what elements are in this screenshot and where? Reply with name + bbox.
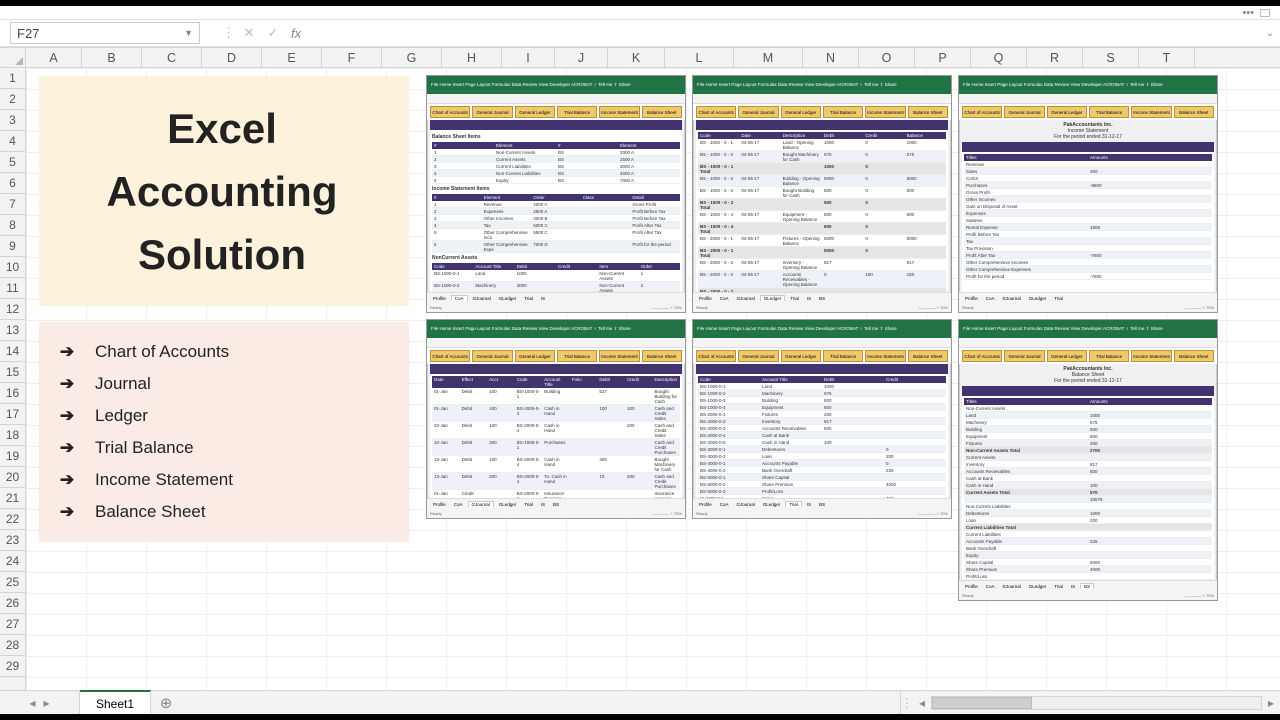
- ribbon-more-icon[interactable]: •••: [1242, 7, 1254, 19]
- fx-icon[interactable]: fx: [285, 26, 305, 41]
- col-header-D[interactable]: D: [202, 48, 262, 67]
- thumb-ledger: File Home Insert Page Layout Formulas Da…: [692, 75, 952, 313]
- row-header-25[interactable]: 25: [0, 572, 25, 593]
- arrow-icon: ➔: [57, 368, 77, 400]
- col-header-B[interactable]: B: [82, 48, 142, 67]
- row-header-27[interactable]: 27: [0, 614, 25, 635]
- thumb-income: File Home Insert Page Layout Formulas Da…: [958, 75, 1218, 313]
- column-headers[interactable]: ABCDEFGHIJKLMNOPQRST: [0, 48, 1280, 68]
- col-header-R[interactable]: R: [1027, 48, 1083, 67]
- col-header-C[interactable]: C: [142, 48, 202, 67]
- row-header-23[interactable]: 23: [0, 530, 25, 551]
- thumb-balance: File Home Insert Page Layout Formulas Da…: [958, 319, 1218, 601]
- horizontal-scrollbar[interactable]: ⋮ ◂ ▸: [900, 691, 1280, 714]
- col-header-K[interactable]: K: [608, 48, 665, 67]
- row-header-2[interactable]: 2: [0, 89, 25, 110]
- col-header-L[interactable]: L: [665, 48, 734, 67]
- row-header-9[interactable]: 9: [0, 236, 25, 257]
- row-header-3[interactable]: 3: [0, 110, 25, 131]
- col-header-T[interactable]: T: [1139, 48, 1195, 67]
- row-header-6[interactable]: 6: [0, 173, 25, 194]
- row-header-21[interactable]: 21: [0, 488, 25, 509]
- col-header-M[interactable]: M: [734, 48, 803, 67]
- col-header-Q[interactable]: Q: [971, 48, 1027, 67]
- name-box[interactable]: F27▼: [10, 22, 200, 44]
- row-header-20[interactable]: 20: [0, 467, 25, 488]
- col-header-G[interactable]: G: [382, 48, 442, 67]
- arrow-icon: ➔: [57, 496, 77, 528]
- row-header-13[interactable]: 13: [0, 320, 25, 341]
- row-header-16[interactable]: 16: [0, 383, 25, 404]
- enter-formula-icon[interactable]: ✓: [261, 25, 285, 41]
- col-header-I[interactable]: I: [502, 48, 555, 67]
- row-header-17[interactable]: 17: [0, 404, 25, 425]
- col-header-O[interactable]: O: [859, 48, 915, 67]
- row-header-14[interactable]: 14: [0, 341, 25, 362]
- arrow-icon: ➔: [57, 336, 77, 368]
- thumb-coa: File Home Insert Page Layout Formulas Da…: [426, 75, 686, 313]
- ribbon-collapse-icon[interactable]: [1260, 9, 1270, 17]
- col-header-S[interactable]: S: [1083, 48, 1139, 67]
- col-header-P[interactable]: P: [915, 48, 971, 67]
- formula-input[interactable]: [305, 22, 1260, 44]
- row-header-11[interactable]: 11: [0, 278, 25, 299]
- col-header-H[interactable]: H: [442, 48, 502, 67]
- window-title-bar: •••: [0, 6, 1280, 19]
- formula-bar-grip: ⋮: [218, 25, 237, 41]
- worksheet-canvas[interactable]: Excel Accounting Solution ➔Chart of Acco…: [26, 68, 1280, 690]
- row-header-10[interactable]: 10: [0, 257, 25, 278]
- col-header-F[interactable]: F: [322, 48, 382, 67]
- row-header-4[interactable]: 4: [0, 131, 25, 152]
- col-header-J[interactable]: J: [555, 48, 608, 67]
- thumb-journal: File Home Insert Page Layout Formulas Da…: [426, 319, 686, 519]
- row-header-12[interactable]: 12: [0, 299, 25, 320]
- arrow-icon: ➔: [57, 464, 77, 496]
- feature-list: ➔Chart of Accounts➔Journal➔Ledger➔Trial …: [39, 322, 409, 542]
- row-header-1[interactable]: 1: [0, 68, 25, 89]
- row-headers[interactable]: 1234567891011121314151617181920212223242…: [0, 68, 26, 690]
- sheet-tab-bar: ◂▸ Sheet1 ⊕ ⋮ ◂ ▸: [0, 690, 1280, 714]
- cancel-formula-icon[interactable]: ✕: [237, 25, 261, 41]
- row-header-26[interactable]: 26: [0, 593, 25, 614]
- row-header-22[interactable]: 22: [0, 509, 25, 530]
- select-all-button[interactable]: [0, 48, 26, 67]
- row-header-7[interactable]: 7: [0, 194, 25, 215]
- row-header-8[interactable]: 8: [0, 215, 25, 236]
- sheet-tab-active[interactable]: Sheet1: [80, 690, 151, 714]
- row-header-5[interactable]: 5: [0, 152, 25, 173]
- col-header-N[interactable]: N: [803, 48, 859, 67]
- formula-bar: F27▼ ⋮ ✕ ✓ fx ⌄: [0, 19, 1280, 47]
- add-sheet-button[interactable]: ⊕: [151, 691, 181, 714]
- col-header-E[interactable]: E: [262, 48, 322, 67]
- arrow-icon: ➔: [57, 400, 77, 432]
- thumb-trial: File Home Insert Page Layout Formulas Da…: [692, 319, 952, 519]
- col-header-A[interactable]: A: [26, 48, 82, 67]
- row-header-18[interactable]: 18: [0, 425, 25, 446]
- row-header-15[interactable]: 15: [0, 362, 25, 383]
- arrow-icon: ➔: [57, 432, 77, 464]
- row-header-28[interactable]: 28: [0, 635, 25, 656]
- chevron-down-icon[interactable]: ▼: [184, 28, 193, 38]
- row-header-29[interactable]: 29: [0, 656, 25, 677]
- title-card: Excel Accounting Solution: [39, 76, 409, 306]
- expand-formula-bar-icon[interactable]: ⌄: [1260, 28, 1280, 39]
- row-header-19[interactable]: 19: [0, 446, 25, 467]
- row-header-24[interactable]: 24: [0, 551, 25, 572]
- sheet-nav[interactable]: ◂▸: [0, 691, 80, 714]
